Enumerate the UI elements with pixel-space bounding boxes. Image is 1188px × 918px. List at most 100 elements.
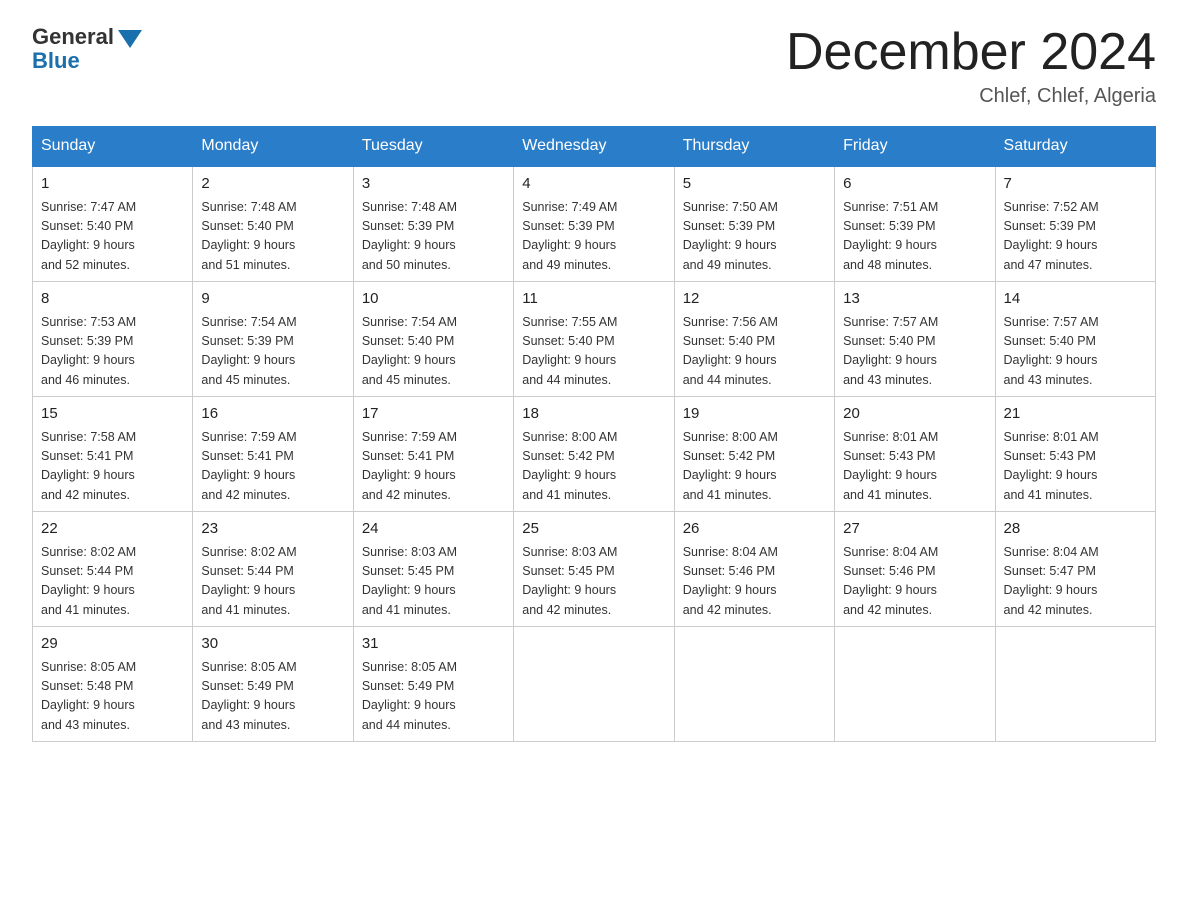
calendar-week-row: 8Sunrise: 7:53 AMSunset: 5:39 PMDaylight… <box>33 282 1156 397</box>
day-info: Sunrise: 8:05 AMSunset: 5:49 PMDaylight:… <box>201 658 344 736</box>
day-info: Sunrise: 8:03 AMSunset: 5:45 PMDaylight:… <box>362 543 505 621</box>
day-info: Sunrise: 7:55 AMSunset: 5:40 PMDaylight:… <box>522 313 665 391</box>
day-info: Sunrise: 7:59 AMSunset: 5:41 PMDaylight:… <box>362 428 505 506</box>
weekday-header-monday: Monday <box>193 127 353 167</box>
calendar-week-row: 22Sunrise: 8:02 AMSunset: 5:44 PMDayligh… <box>33 512 1156 627</box>
weekday-header-sunday: Sunday <box>33 127 193 167</box>
calendar-week-row: 1Sunrise: 7:47 AMSunset: 5:40 PMDaylight… <box>33 166 1156 282</box>
calendar-cell: 29Sunrise: 8:05 AMSunset: 5:48 PMDayligh… <box>33 627 193 742</box>
day-number: 18 <box>522 403 665 426</box>
day-number: 10 <box>362 288 505 311</box>
day-info: Sunrise: 7:57 AMSunset: 5:40 PMDaylight:… <box>1004 313 1147 391</box>
day-number: 4 <box>522 173 665 196</box>
day-number: 25 <box>522 518 665 541</box>
day-number: 8 <box>41 288 184 311</box>
day-info: Sunrise: 8:04 AMSunset: 5:47 PMDaylight:… <box>1004 543 1147 621</box>
calendar-cell: 9Sunrise: 7:54 AMSunset: 5:39 PMDaylight… <box>193 282 353 397</box>
calendar-cell: 23Sunrise: 8:02 AMSunset: 5:44 PMDayligh… <box>193 512 353 627</box>
day-number: 19 <box>683 403 826 426</box>
calendar-cell: 19Sunrise: 8:00 AMSunset: 5:42 PMDayligh… <box>674 397 834 512</box>
day-number: 5 <box>683 173 826 196</box>
day-number: 11 <box>522 288 665 311</box>
calendar-cell: 8Sunrise: 7:53 AMSunset: 5:39 PMDaylight… <box>33 282 193 397</box>
day-number: 22 <box>41 518 184 541</box>
calendar-cell: 5Sunrise: 7:50 AMSunset: 5:39 PMDaylight… <box>674 166 834 282</box>
location-title: Chlef, Chlef, Algeria <box>786 85 1156 108</box>
day-info: Sunrise: 7:56 AMSunset: 5:40 PMDaylight:… <box>683 313 826 391</box>
logo-blue-text: Blue <box>32 48 142 74</box>
weekday-header-saturday: Saturday <box>995 127 1155 167</box>
calendar-cell: 16Sunrise: 7:59 AMSunset: 5:41 PMDayligh… <box>193 397 353 512</box>
calendar-cell <box>835 627 995 742</box>
day-info: Sunrise: 7:48 AMSunset: 5:40 PMDaylight:… <box>201 198 344 276</box>
day-info: Sunrise: 7:53 AMSunset: 5:39 PMDaylight:… <box>41 313 184 391</box>
calendar-cell: 17Sunrise: 7:59 AMSunset: 5:41 PMDayligh… <box>353 397 513 512</box>
calendar-cell: 1Sunrise: 7:47 AMSunset: 5:40 PMDaylight… <box>33 166 193 282</box>
day-number: 28 <box>1004 518 1147 541</box>
day-number: 17 <box>362 403 505 426</box>
calendar-cell: 13Sunrise: 7:57 AMSunset: 5:40 PMDayligh… <box>835 282 995 397</box>
logo-triangle-icon <box>118 30 142 48</box>
day-info: Sunrise: 7:57 AMSunset: 5:40 PMDaylight:… <box>843 313 986 391</box>
calendar-cell: 14Sunrise: 7:57 AMSunset: 5:40 PMDayligh… <box>995 282 1155 397</box>
calendar-week-row: 15Sunrise: 7:58 AMSunset: 5:41 PMDayligh… <box>33 397 1156 512</box>
calendar-cell: 11Sunrise: 7:55 AMSunset: 5:40 PMDayligh… <box>514 282 674 397</box>
calendar-cell: 4Sunrise: 7:49 AMSunset: 5:39 PMDaylight… <box>514 166 674 282</box>
day-number: 16 <box>201 403 344 426</box>
day-info: Sunrise: 7:59 AMSunset: 5:41 PMDaylight:… <box>201 428 344 506</box>
calendar-body: 1Sunrise: 7:47 AMSunset: 5:40 PMDaylight… <box>33 166 1156 742</box>
day-number: 15 <box>41 403 184 426</box>
calendar-cell <box>674 627 834 742</box>
calendar-cell: 31Sunrise: 8:05 AMSunset: 5:49 PMDayligh… <box>353 627 513 742</box>
calendar-cell <box>995 627 1155 742</box>
calendar-cell: 18Sunrise: 8:00 AMSunset: 5:42 PMDayligh… <box>514 397 674 512</box>
day-info: Sunrise: 7:54 AMSunset: 5:40 PMDaylight:… <box>362 313 505 391</box>
day-number: 6 <box>843 173 986 196</box>
day-number: 27 <box>843 518 986 541</box>
day-number: 12 <box>683 288 826 311</box>
day-info: Sunrise: 7:50 AMSunset: 5:39 PMDaylight:… <box>683 198 826 276</box>
day-number: 9 <box>201 288 344 311</box>
calendar-cell: 24Sunrise: 8:03 AMSunset: 5:45 PMDayligh… <box>353 512 513 627</box>
calendar-cell: 26Sunrise: 8:04 AMSunset: 5:46 PMDayligh… <box>674 512 834 627</box>
day-info: Sunrise: 8:04 AMSunset: 5:46 PMDaylight:… <box>683 543 826 621</box>
day-number: 23 <box>201 518 344 541</box>
calendar-cell: 6Sunrise: 7:51 AMSunset: 5:39 PMDaylight… <box>835 166 995 282</box>
weekday-header-thursday: Thursday <box>674 127 834 167</box>
calendar-week-row: 29Sunrise: 8:05 AMSunset: 5:48 PMDayligh… <box>33 627 1156 742</box>
day-number: 7 <box>1004 173 1147 196</box>
calendar-cell <box>514 627 674 742</box>
day-info: Sunrise: 7:49 AMSunset: 5:39 PMDaylight:… <box>522 198 665 276</box>
day-number: 1 <box>41 173 184 196</box>
weekday-header-row: SundayMondayTuesdayWednesdayThursdayFrid… <box>33 127 1156 167</box>
month-title: December 2024 <box>786 24 1156 81</box>
day-info: Sunrise: 8:00 AMSunset: 5:42 PMDaylight:… <box>683 428 826 506</box>
calendar-cell: 12Sunrise: 7:56 AMSunset: 5:40 PMDayligh… <box>674 282 834 397</box>
logo: General Blue <box>32 24 142 74</box>
day-info: Sunrise: 8:01 AMSunset: 5:43 PMDaylight:… <box>1004 428 1147 506</box>
weekday-header-friday: Friday <box>835 127 995 167</box>
day-number: 21 <box>1004 403 1147 426</box>
calendar-cell: 20Sunrise: 8:01 AMSunset: 5:43 PMDayligh… <box>835 397 995 512</box>
day-info: Sunrise: 8:05 AMSunset: 5:49 PMDaylight:… <box>362 658 505 736</box>
weekday-header-wednesday: Wednesday <box>514 127 674 167</box>
calendar-cell: 15Sunrise: 7:58 AMSunset: 5:41 PMDayligh… <box>33 397 193 512</box>
day-number: 2 <box>201 173 344 196</box>
calendar-cell: 27Sunrise: 8:04 AMSunset: 5:46 PMDayligh… <box>835 512 995 627</box>
day-info: Sunrise: 7:47 AMSunset: 5:40 PMDaylight:… <box>41 198 184 276</box>
day-number: 13 <box>843 288 986 311</box>
day-info: Sunrise: 7:51 AMSunset: 5:39 PMDaylight:… <box>843 198 986 276</box>
day-info: Sunrise: 8:02 AMSunset: 5:44 PMDaylight:… <box>41 543 184 621</box>
calendar-cell: 2Sunrise: 7:48 AMSunset: 5:40 PMDaylight… <box>193 166 353 282</box>
calendar-cell: 3Sunrise: 7:48 AMSunset: 5:39 PMDaylight… <box>353 166 513 282</box>
title-block: December 2024 Chlef, Chlef, Algeria <box>786 24 1156 108</box>
day-number: 31 <box>362 633 505 656</box>
calendar-cell: 25Sunrise: 8:03 AMSunset: 5:45 PMDayligh… <box>514 512 674 627</box>
calendar-cell: 21Sunrise: 8:01 AMSunset: 5:43 PMDayligh… <box>995 397 1155 512</box>
page-header: General Blue December 2024 Chlef, Chlef,… <box>32 24 1156 108</box>
day-info: Sunrise: 8:04 AMSunset: 5:46 PMDaylight:… <box>843 543 986 621</box>
day-info: Sunrise: 8:01 AMSunset: 5:43 PMDaylight:… <box>843 428 986 506</box>
calendar-table: SundayMondayTuesdayWednesdayThursdayFrid… <box>32 126 1156 742</box>
weekday-header-tuesday: Tuesday <box>353 127 513 167</box>
day-info: Sunrise: 8:00 AMSunset: 5:42 PMDaylight:… <box>522 428 665 506</box>
